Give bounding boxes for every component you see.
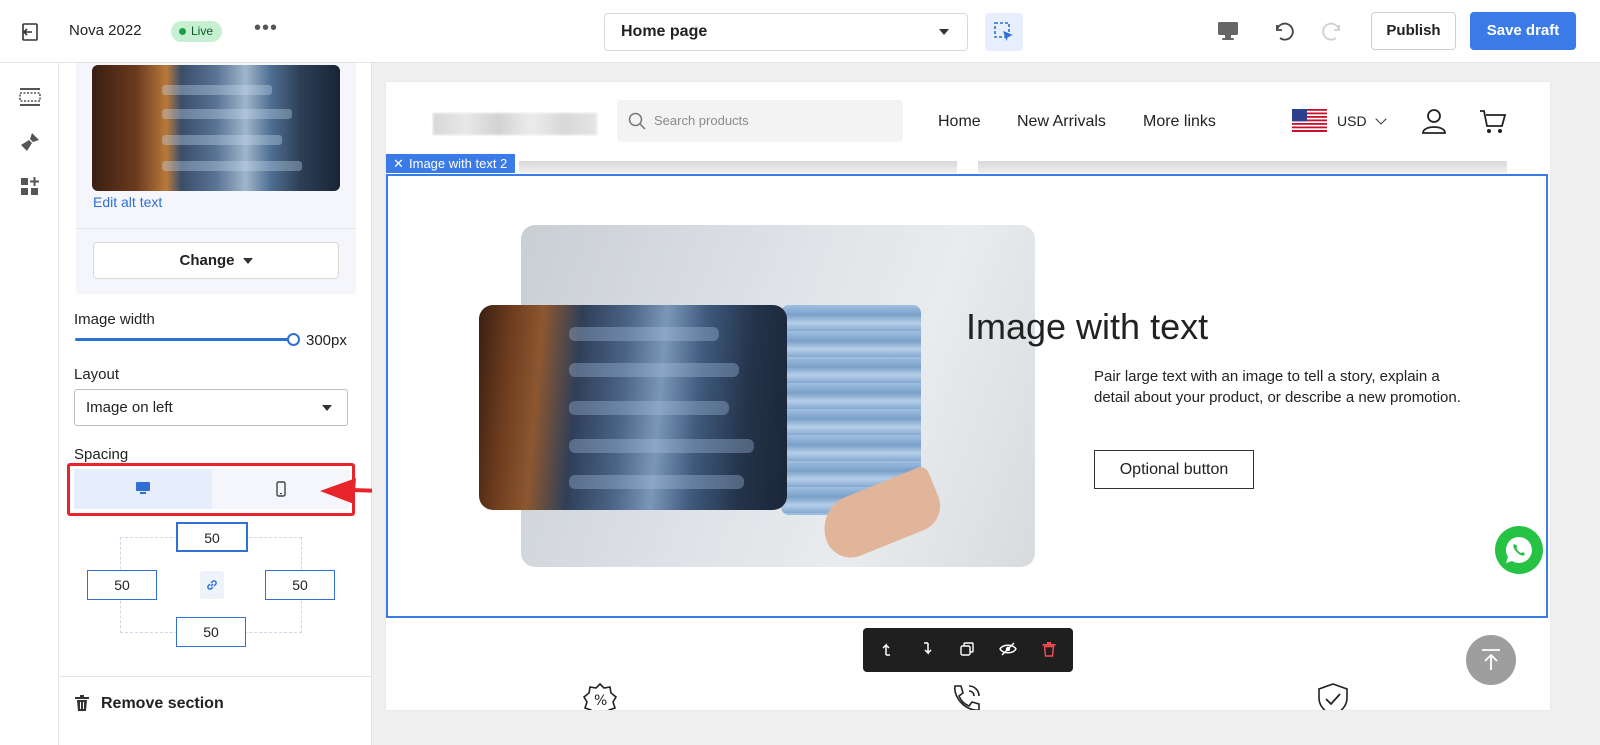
nav-link-new-arrivals[interactable]: New Arrivals bbox=[1017, 113, 1106, 131]
image-width-label: Image width bbox=[74, 311, 155, 328]
store-name: Nova 2022 bbox=[69, 22, 142, 39]
secure-shield-icon bbox=[1318, 683, 1348, 710]
change-label: Change bbox=[179, 252, 235, 269]
left-icon-rail bbox=[0, 63, 59, 745]
section-tag-label: Image with text 2 bbox=[409, 156, 508, 171]
close-icon[interactable]: ✕ bbox=[393, 154, 404, 173]
phone-support-icon bbox=[954, 685, 980, 710]
preview-search-bar[interactable]: Search products bbox=[617, 100, 903, 142]
caret-down-icon bbox=[242, 258, 253, 265]
image-width-slider-handle[interactable] bbox=[287, 333, 300, 346]
trash-icon bbox=[75, 695, 89, 711]
whatsapp-button[interactable] bbox=[1495, 526, 1543, 574]
hide-icon[interactable] bbox=[999, 641, 1017, 657]
spacing-label: Spacing bbox=[74, 446, 129, 463]
us-flag-icon bbox=[1292, 109, 1327, 132]
arrow-up-icon bbox=[1482, 649, 1500, 670]
layout-label: Layout bbox=[74, 366, 120, 383]
currency-selector[interactable]: USD bbox=[1337, 113, 1367, 129]
delete-icon[interactable] bbox=[1041, 641, 1057, 657]
top-bar: Nova 2022 Live ••• Home page Publish Sav… bbox=[0, 0, 1600, 63]
remove-section-label: Remove section bbox=[101, 695, 224, 712]
theme-brush-icon[interactable] bbox=[19, 131, 41, 153]
image-thumbnail bbox=[92, 65, 340, 191]
save-draft-button[interactable]: Save draft bbox=[1470, 12, 1576, 50]
search-icon bbox=[628, 112, 646, 130]
nav-link-more-links[interactable]: More links bbox=[1143, 113, 1216, 131]
change-image-button[interactable]: Change bbox=[93, 242, 339, 279]
back-to-top-button[interactable] bbox=[1466, 635, 1516, 685]
image-width-slider-track[interactable] bbox=[75, 338, 293, 341]
spacing-top-input[interactable]: 50 bbox=[176, 522, 248, 552]
page-selector[interactable]: Home page bbox=[604, 13, 968, 51]
spacing-right-input[interactable]: 50 bbox=[265, 570, 335, 600]
select-cursor-icon bbox=[994, 22, 1013, 41]
page-selector-value: Home page bbox=[621, 23, 708, 40]
section-image-foreground[interactable] bbox=[479, 305, 787, 510]
undo-icon[interactable] bbox=[1271, 19, 1295, 43]
account-icon[interactable] bbox=[1421, 108, 1447, 134]
sections-icon[interactable] bbox=[19, 86, 41, 108]
select-element-button[interactable] bbox=[985, 13, 1023, 51]
previous-section-edge bbox=[978, 161, 1507, 173]
cart-icon[interactable] bbox=[1479, 109, 1507, 135]
move-down-icon[interactable] bbox=[919, 641, 935, 657]
divider bbox=[59, 676, 371, 677]
store-logo[interactable] bbox=[433, 113, 597, 135]
spacing-left-input[interactable]: 50 bbox=[87, 570, 157, 600]
move-up-icon[interactable] bbox=[879, 641, 895, 657]
annotation-highlight-box bbox=[67, 463, 355, 516]
desktop-view-icon[interactable] bbox=[1216, 20, 1240, 42]
previous-section-edge bbox=[519, 161, 957, 173]
more-options-button[interactable]: ••• bbox=[254, 17, 278, 40]
layout-select-value: Image on left bbox=[86, 399, 173, 416]
chevron-down-icon bbox=[322, 405, 332, 411]
section-title: Image with text bbox=[966, 306, 1209, 347]
section-tag[interactable]: ✕ Image with text 2 bbox=[386, 154, 516, 173]
settings-panel: Edit alt text Change Image width 300px L… bbox=[59, 63, 372, 745]
chevron-down-icon bbox=[939, 29, 949, 35]
image-width-value: 300px bbox=[306, 332, 347, 349]
svg-text:%: % bbox=[594, 693, 607, 709]
edit-alt-text-link[interactable]: Edit alt text bbox=[93, 194, 162, 210]
divider bbox=[76, 228, 356, 229]
layout-select[interactable]: Image on left bbox=[74, 389, 348, 426]
chevron-down-icon bbox=[1375, 113, 1387, 125]
spacing-bottom-input[interactable]: 50 bbox=[176, 617, 246, 647]
exit-icon[interactable] bbox=[20, 21, 42, 43]
whatsapp-icon bbox=[1505, 536, 1532, 563]
link-icon bbox=[207, 580, 217, 590]
optional-button[interactable]: Optional button bbox=[1094, 450, 1254, 489]
section-floating-toolbar bbox=[863, 628, 1073, 672]
publish-button[interactable]: Publish bbox=[1371, 12, 1456, 50]
store-preview: Search products Home New Arrivals More l… bbox=[386, 82, 1550, 710]
preview-canvas: Search products Home New Arrivals More l… bbox=[372, 63, 1600, 745]
remove-section-button[interactable]: Remove section bbox=[74, 695, 224, 713]
link-spacing-button[interactable] bbox=[200, 571, 224, 599]
nav-link-home[interactable]: Home bbox=[938, 113, 981, 131]
apps-add-icon[interactable] bbox=[19, 176, 41, 198]
section-description: Pair large text with an image to tell a … bbox=[1094, 368, 1461, 406]
discount-badge-icon: % bbox=[583, 682, 617, 710]
redo-icon[interactable] bbox=[1321, 19, 1345, 43]
duplicate-icon[interactable] bbox=[959, 641, 975, 657]
search-placeholder: Search products bbox=[654, 113, 749, 128]
live-status-badge: Live bbox=[171, 21, 223, 42]
